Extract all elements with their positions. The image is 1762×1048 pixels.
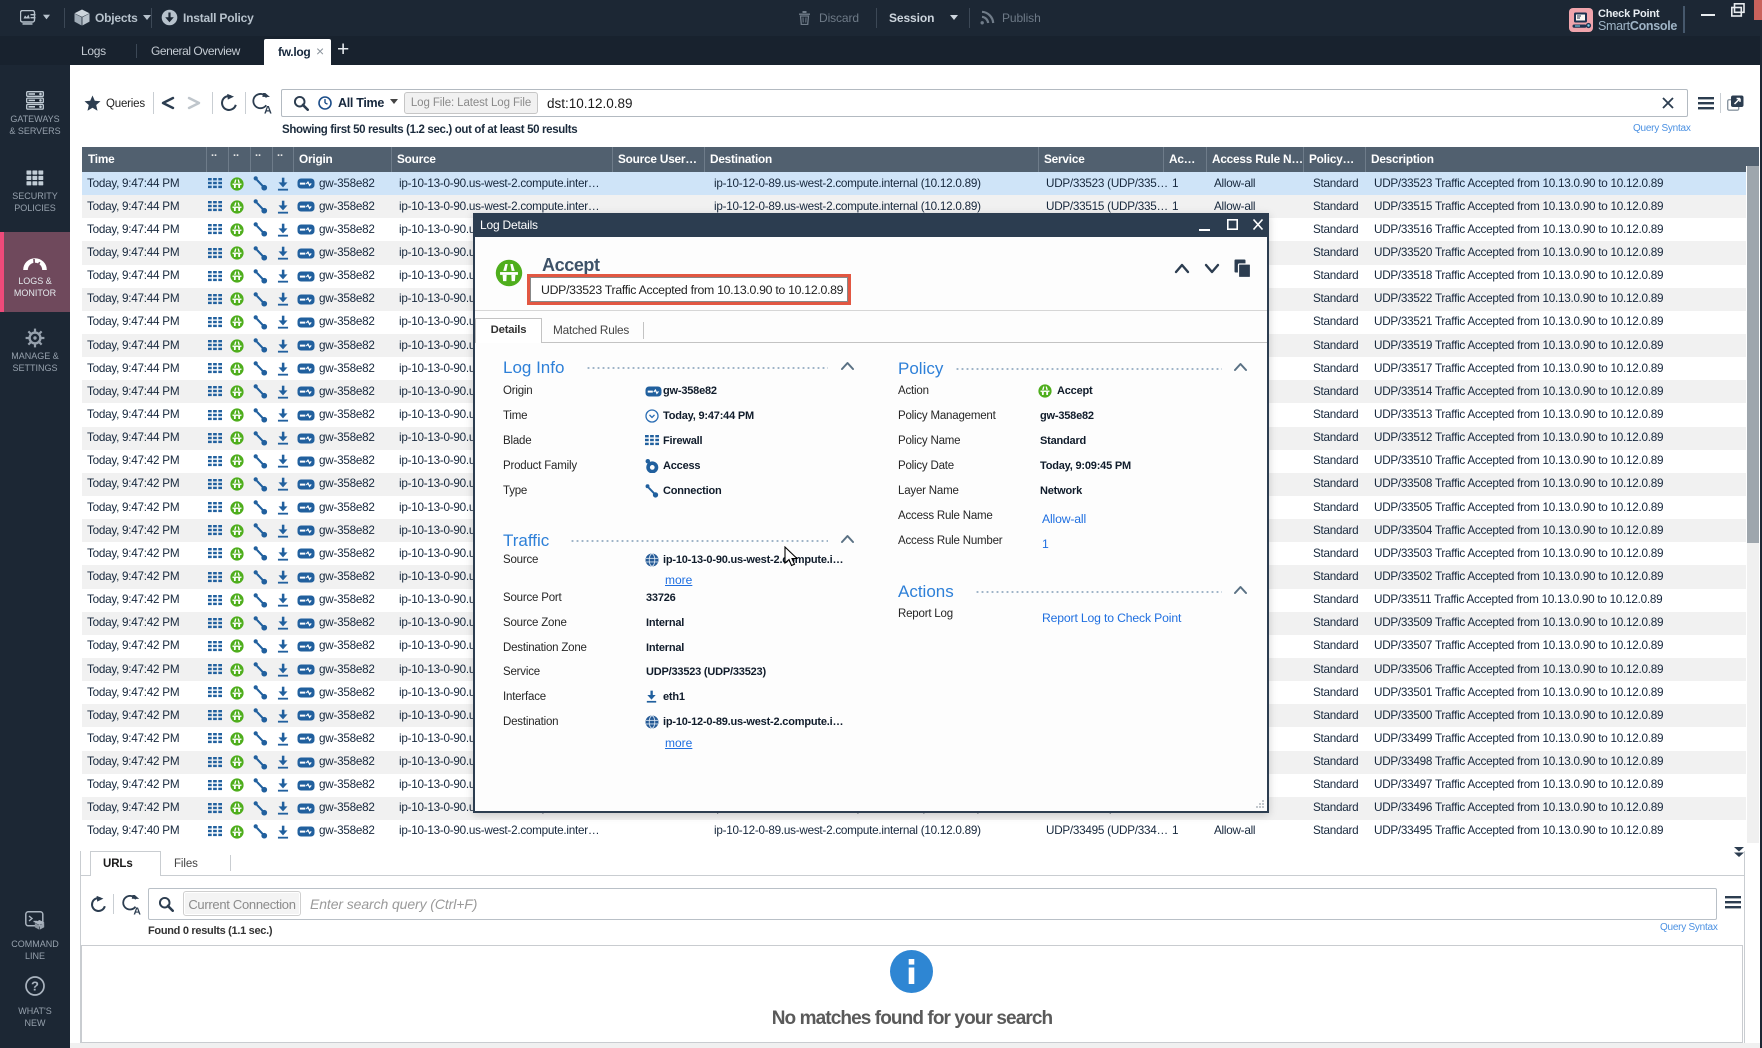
svg-text:A: A (264, 105, 272, 114)
svg-text:A: A (133, 907, 141, 915)
svg-text:?: ? (31, 979, 39, 994)
